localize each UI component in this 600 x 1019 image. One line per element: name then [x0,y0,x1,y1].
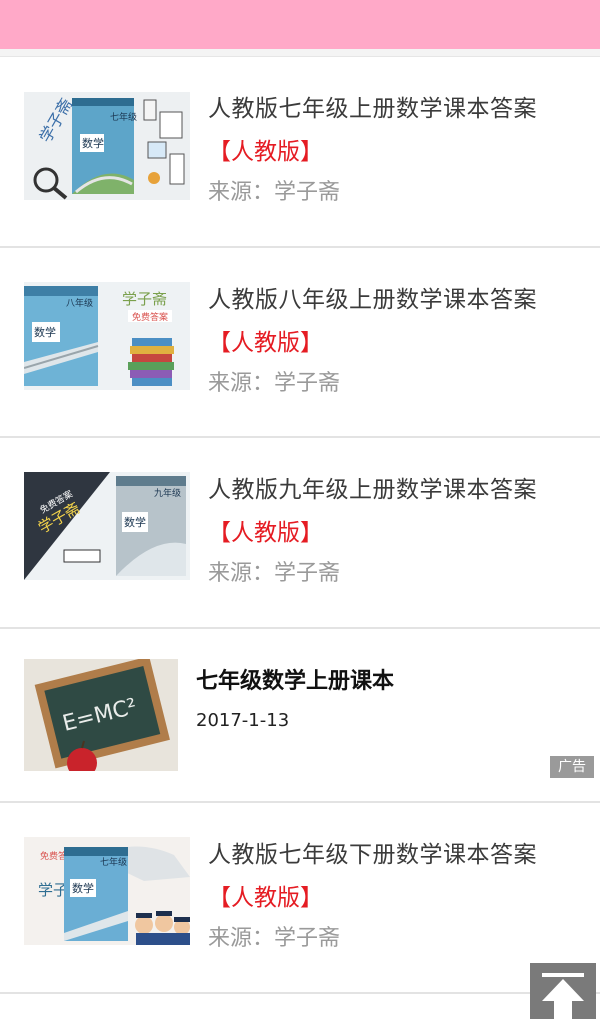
svg-text:数学: 数学 [34,325,56,339]
back-to-top-button[interactable] [530,963,596,1019]
textbook-cover-image: 免费答案 学子斋 数学 七年级 [24,837,190,945]
svg-text:数学: 数学 [72,881,94,895]
textbook-cover-image: 数学 八年级 学子斋 免费答案 [24,282,190,390]
list-item-article-2[interactable]: 数学 八年级 学子斋 免费答案 人教版八年级上册数学课本答案 【人教版】 来源：… [0,248,600,438]
article-thumbnail: 免费答案 学子斋 数学 九年级 [24,472,190,580]
blackboard-image: E=MC² [24,659,178,771]
svg-text:九年级: 九年级 [154,487,181,498]
list-item-article-4[interactable]: 免费答案 学子斋 数学 七年级 人教版七年级下册数学课本答案 【人教版】 来源：… [0,803,600,993]
textbook-cover-image: 免费答案 学子斋 数学 九年级 [24,472,190,580]
list-item-ad[interactable]: E=MC² 七年级数学上册课本 2017-1-13 广告 [0,629,600,801]
ad-badge: 广告 [550,756,594,778]
svg-text:七年级: 七年级 [110,111,137,122]
textbook-cover-image: 学子斋 数学 七年级 [24,92,190,200]
ad-title[interactable]: 七年级数学上册课本 [196,663,394,695]
article-source: 来源：学子斋 [208,926,341,951]
list-divider [0,992,600,994]
article-source: 来源：学子斋 [208,561,341,586]
ad-thumbnail: E=MC² [24,659,178,771]
article-source: 来源：学子斋 [208,371,341,396]
list-item-article-1[interactable]: 学子斋 数学 七年级 人教版七年级上册数学课本答案 【人教版】 来源：学子斋 [0,57,600,247]
svg-text:八年级: 八年级 [66,297,93,308]
article-source: 来源：学子斋 [208,180,341,205]
article-title[interactable]: 人教版九年级上册数学课本答案 [208,470,537,504]
arrow-up-icon [542,973,584,1019]
svg-text:数学: 数学 [124,515,146,529]
article-title[interactable]: 人教版七年级上册数学课本答案 [208,89,537,123]
article-title[interactable]: 人教版七年级下册数学课本答案 [208,835,537,869]
article-tag: 【人教版】 [208,885,323,911]
header-divider [0,49,600,57]
article-thumbnail: 学子斋 数学 七年级 [24,92,190,200]
svg-text:七年级: 七年级 [100,856,127,867]
article-thumbnail: 免费答案 学子斋 数学 七年级 [24,837,190,945]
article-title[interactable]: 人教版八年级上册数学课本答案 [208,280,537,314]
article-thumbnail: 数学 八年级 学子斋 免费答案 [24,282,190,390]
list-item-article-3[interactable]: 免费答案 学子斋 数学 九年级 人教版九年级上册数学课本答案 【人教版】 来源：… [0,438,600,628]
article-tag: 【人教版】 [208,330,323,356]
svg-text:数学: 数学 [82,136,104,150]
svg-text:免费答案: 免费答案 [132,311,168,322]
svg-text:学子斋: 学子斋 [122,291,167,308]
article-tag: 【人教版】 [208,139,323,165]
ad-date: 2017-1-13 [196,710,290,731]
article-tag: 【人教版】 [208,520,323,546]
top-header-bar [0,0,600,49]
